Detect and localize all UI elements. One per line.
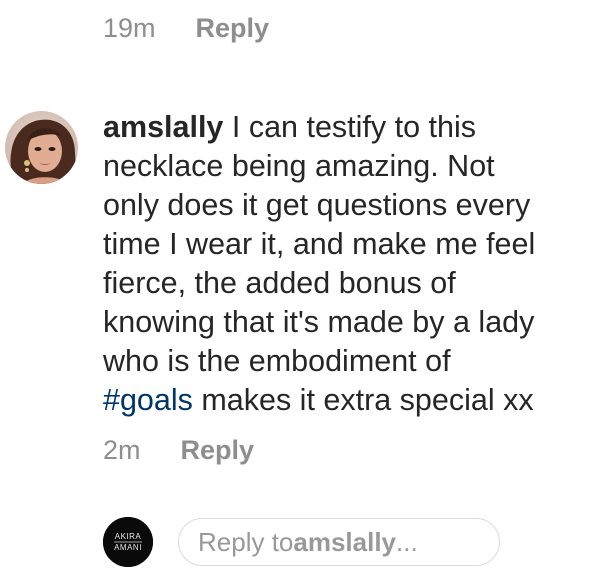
comment-timestamp: 2m [103, 434, 141, 465]
previous-comment-timestamp: 19m [103, 12, 156, 43]
commenter-avatar-image [5, 111, 78, 184]
comment-line: knowing that it's made by a lady [103, 305, 535, 339]
comment-line: only does it get questions every [103, 188, 531, 222]
reply-placeholder-prefix: Reply to [198, 526, 294, 557]
reply-placeholder-username: amslally [293, 526, 397, 557]
previous-comment-meta: 19m Reply [103, 8, 269, 48]
comment-line: #goals makes it extra special xx [103, 381, 597, 420]
akira-amani-logo: AKIRA AMANI [103, 517, 153, 567]
commenter-avatar[interactable] [5, 111, 78, 184]
hashtag-link[interactable]: #goals [103, 383, 193, 417]
comment-meta: 2m Reply [103, 430, 254, 470]
comment-reply-button[interactable]: Reply [181, 435, 255, 466]
reply-placeholder-suffix: ... [396, 526, 418, 557]
comment-line: necklace being amazing. Not [103, 149, 495, 183]
reply-bar: AKIRA AMANI Reply to amslally... [0, 500, 597, 586]
comment-line: amslally I can testify to this [103, 108, 597, 147]
current-user-avatar[interactable]: AKIRA AMANI [103, 517, 153, 567]
comment-username[interactable]: amslally [103, 110, 223, 144]
comment-line: who is the embodiment of [103, 344, 451, 378]
reply-input[interactable]: Reply to amslally... [178, 518, 500, 566]
comment-line: time I wear it, and make me feel [103, 227, 536, 261]
comment-line-text: makes it extra special xx [192, 383, 534, 417]
logo-text-bottom: AMANI [114, 543, 142, 552]
comment-line: fierce, the added bonus of [103, 266, 456, 300]
previous-comment-reply-button[interactable]: Reply [196, 13, 270, 44]
comment-text: amslally I can testify to this necklace … [103, 108, 597, 420]
logo-text-top: AKIRA [115, 532, 142, 541]
comment-line-text: I can testify to this [231, 110, 476, 144]
